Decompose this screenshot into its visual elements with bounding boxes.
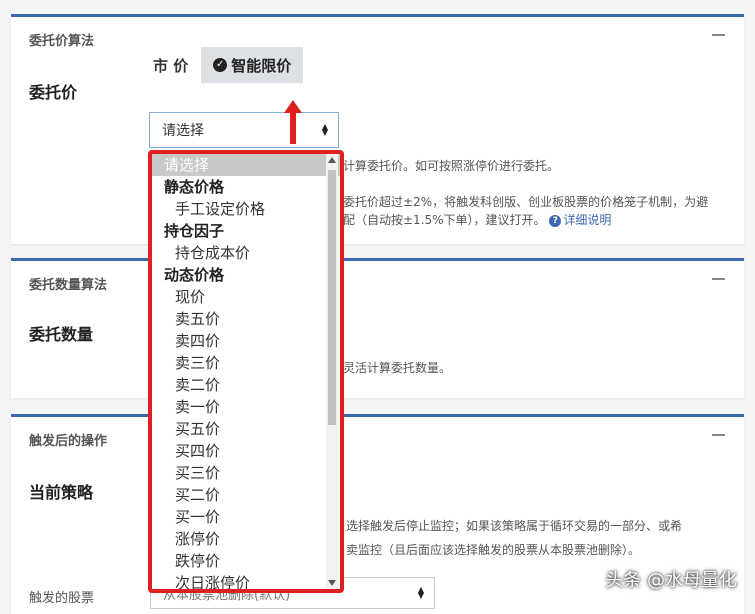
watermark: 头条 @水母量化 [605, 570, 737, 591]
panel-title: 委托数量算法 [29, 278, 108, 293]
help-text: 选择触发后停止监控；如果该策略属于循环交易的一部分、或希 [346, 519, 683, 533]
collapse-icon[interactable] [712, 270, 726, 284]
option-item[interactable]: 请选择 [152, 154, 340, 176]
smart-limit-label: 智能限价 [231, 56, 292, 75]
question-icon: ? [549, 214, 562, 227]
option-item[interactable]: 买二价 [152, 484, 340, 506]
updown-arrows-icon: ▲ ▼ [417, 585, 424, 600]
option-item[interactable]: 卖二价 [152, 374, 340, 396]
option-item[interactable]: 买四价 [152, 440, 340, 462]
panel-title: 触发后的操作 [29, 434, 108, 449]
help-text: 委托价超过±2%，将触发科创版、创业板股票的价格笼子机制，为避 [343, 195, 709, 209]
market-price-button[interactable]: 市 价 [140, 47, 202, 83]
field-label: 委托数量 [29, 325, 94, 344]
option-list: 请选择静态价格手工设定价格持仓因子持仓成本价动态价格现价 卖五价 卖四价 卖三价 卖二价… [152, 154, 340, 589]
smart-limit-button[interactable]: ✓ 智能限价 [201, 47, 304, 83]
option-group: 持仓因子 [164, 222, 225, 240]
help-text: 卖监控（且后面应该选择触发的股票从本股票池删除）。 [346, 543, 641, 557]
scroll-down-icon[interactable] [328, 580, 336, 586]
option-group: 静态价格 [164, 178, 225, 196]
field-label: 委托价 [29, 83, 78, 102]
scroll-thumb[interactable] [328, 170, 336, 425]
price-select-value: 请选择 [162, 123, 204, 139]
price-dropdown-list[interactable]: 请选择静态价格手工设定价格持仓因子持仓成本价动态价格现价 卖五价 卖四价 卖三价 卖二价… [148, 150, 344, 593]
option-item[interactable]: 次日涨停价 [152, 572, 340, 589]
price-algorithm-panel: 委托价算法 委托价 计算委托价。如可按照涨停价进行委托。 委托价超过±2%，将触… [11, 14, 744, 244]
price-select[interactable]: 请选择 ▲ ▼ [149, 112, 339, 148]
option-item[interactable]: 买五价 [152, 418, 340, 440]
collapse-icon[interactable] [712, 26, 726, 40]
price-type-toggle: 市 价 ✓ 智能限价 [140, 47, 304, 83]
option-group: 动态价格 [164, 266, 225, 284]
help-text: 灵活计算委托数量。 [343, 361, 452, 375]
option-item[interactable]: 跌停价 [152, 550, 340, 572]
help-text-part: 配（自动按±1.5%下单），建议打开。 [343, 213, 546, 227]
quantity-algorithm-panel: 委托数量算法 委托数量 灵活计算委托数量。 [11, 258, 744, 398]
help-text: 计算委托价。如可按照涨停价进行委托。 [343, 159, 560, 173]
help-text: 配（自动按±1.5%下单），建议打开。 ? 详细说明 [343, 211, 611, 228]
option-item[interactable]: 买三价 [152, 462, 340, 484]
trigger-stock-label: 触发的股票 [29, 591, 95, 606]
option-item[interactable]: 卖五价 [152, 308, 340, 330]
collapse-icon[interactable] [712, 426, 726, 440]
option-item[interactable]: 买一价 [152, 506, 340, 528]
option-item[interactable]: 卖一价 [152, 396, 340, 418]
option-item[interactable]: 卖四价 [152, 330, 340, 352]
option-item[interactable]: 手工设定价格 [152, 198, 340, 220]
field-label: 当前策略 [29, 483, 94, 502]
panel-title: 委托价算法 [29, 34, 95, 49]
option-item[interactable]: 持仓成本价 [152, 242, 340, 264]
dropdown-scrollbar[interactable] [326, 154, 338, 589]
option-item[interactable]: 现价 [152, 286, 340, 308]
option-item[interactable]: 卖三价 [152, 352, 340, 374]
check-circle-icon: ✓ [213, 58, 228, 72]
option-item[interactable]: 涨停价 [152, 528, 340, 550]
updown-arrows-icon: ▲ ▼ [321, 122, 328, 137]
annotation-arrow-icon [284, 100, 302, 144]
details-link[interactable]: 详细说明 [563, 213, 611, 227]
scroll-up-icon[interactable] [328, 157, 336, 163]
